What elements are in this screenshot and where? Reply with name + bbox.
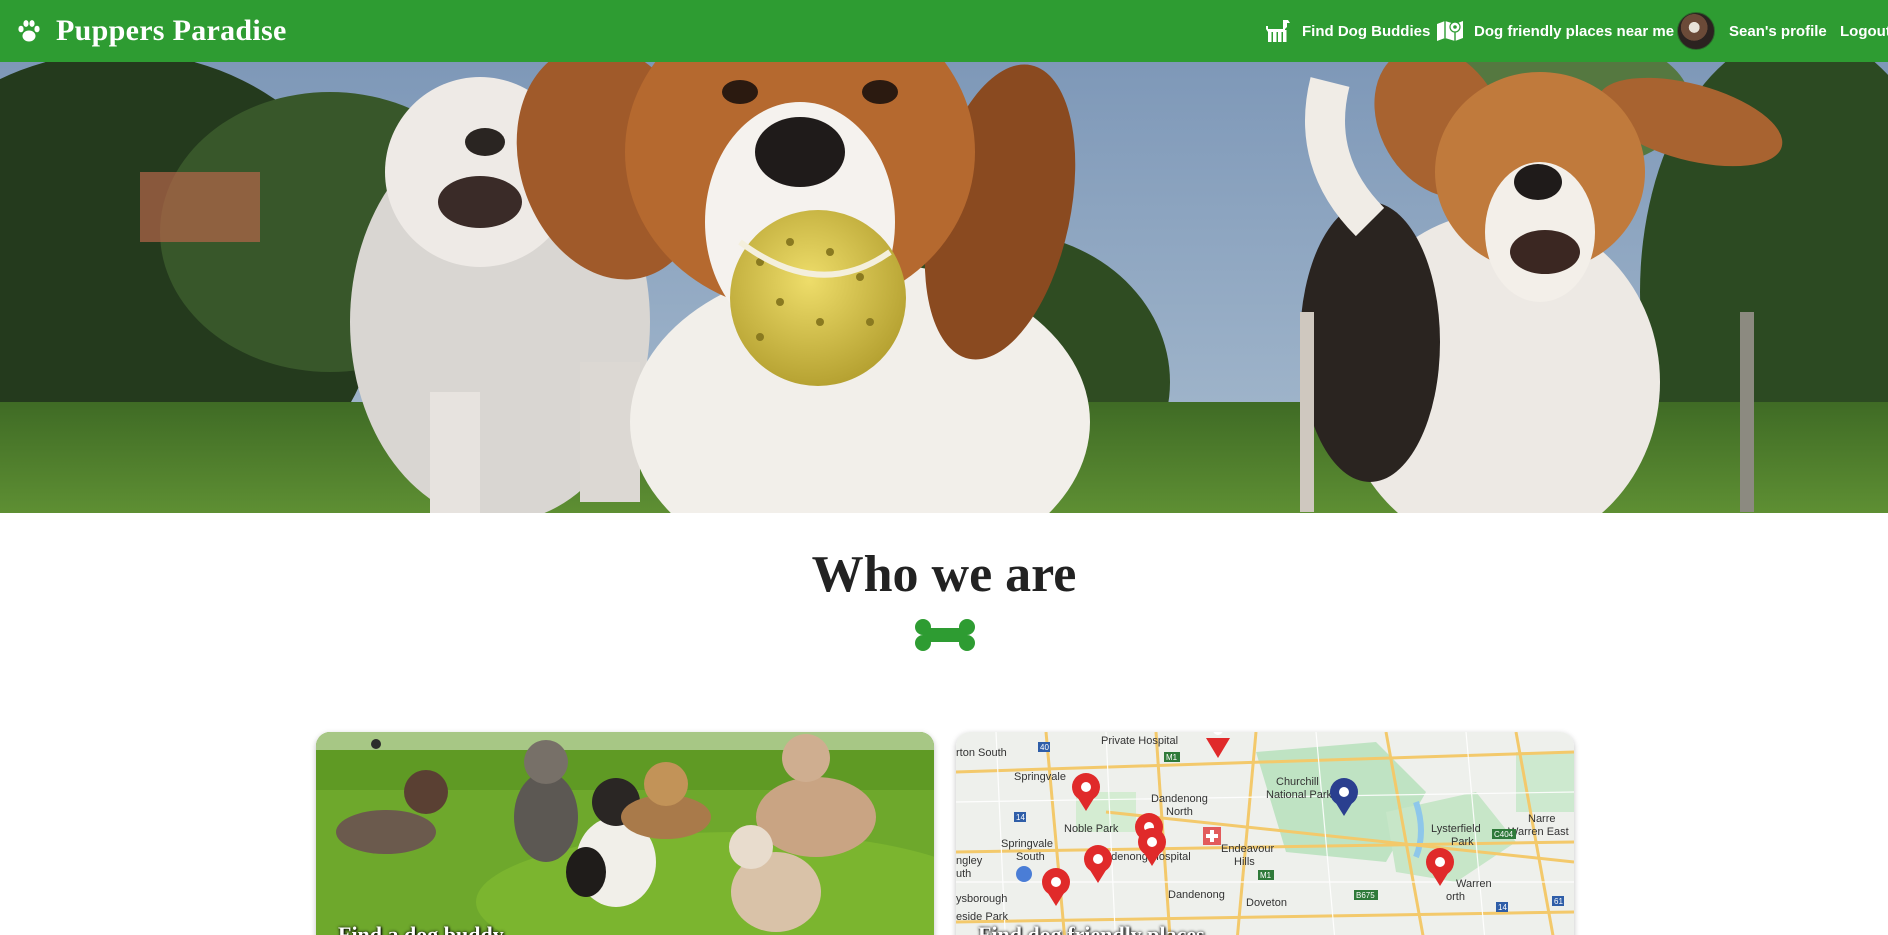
map-label-lysterfield-1: Lysterfield	[1431, 823, 1481, 835]
section-title: Who we are	[811, 546, 1077, 603]
hero-dogs-illustration	[0, 62, 1888, 513]
nav-dog-friendly-places-label: Dog friendly places near me	[1474, 22, 1675, 40]
map-label-springvale-south-1: Springvale	[1001, 838, 1053, 850]
avatar	[1677, 12, 1715, 50]
map-label-churchill-1: Churchill	[1276, 776, 1319, 788]
map-label-keysborough: ysborough	[956, 893, 1007, 905]
nav-dog-friendly-places[interactable]: Dog friendly places near me	[1436, 0, 1674, 62]
card-find-dog-buddy[interactable]: Find a dog buddy	[316, 732, 934, 935]
nav-find-dog-buddies-label: Find Dog Buddies	[1302, 22, 1431, 40]
map-label-narre-warren-1: Warren	[1456, 878, 1492, 890]
map-label-south: rton South	[956, 747, 1007, 759]
road-m1b-label: M1	[1260, 871, 1272, 880]
map-label-narre-1: Narre	[1528, 813, 1556, 825]
dogs-on-grass-image	[316, 732, 934, 935]
map-label-dandenong-north-1: Dandenong	[1151, 793, 1208, 805]
road-c404-label: C404	[1494, 830, 1514, 839]
nav-logout-label: Logout	[1840, 22, 1888, 40]
map-label-churchill-2: National Park	[1266, 789, 1333, 801]
brand-title: Puppers Paradise	[56, 14, 287, 47]
road-40-label: 40	[1040, 743, 1049, 752]
map-label-narre-2: Warren East	[1508, 826, 1569, 838]
road-b675-label: B675	[1356, 891, 1375, 900]
card-find-dog-friendly-places-caption: Find dog friendly places	[978, 922, 1205, 935]
map-label-springvale: Springvale	[1014, 771, 1066, 783]
map-image: Private Hospital rton South Springvale D…	[956, 732, 1574, 935]
card-find-dog-buddy-caption: Find a dog buddy	[338, 922, 504, 935]
road-m1-label: M1	[1166, 753, 1178, 762]
map-label-lysterfield-2: Park	[1451, 836, 1474, 848]
top-navbar: Puppers Paradise Find Dog Buddies Dog fr…	[0, 0, 1888, 62]
road-14b-label: 14	[1498, 903, 1507, 912]
map-label-noble-park: Noble Park	[1064, 823, 1119, 835]
dog-icon	[1266, 20, 1290, 42]
map-label-springvale-south-2: South	[1016, 851, 1045, 863]
map-label-endeavour-1: Endeavour	[1221, 843, 1275, 855]
map-label-doveton: Doveton	[1246, 897, 1287, 909]
nav-profile-label: Sean's profile	[1729, 22, 1827, 40]
nav-profile[interactable]: Sean's profile	[1677, 0, 1827, 62]
map-label-private-hospital: Private Hospital	[1101, 735, 1178, 747]
road-61-label: 61	[1554, 897, 1563, 906]
nav-find-dog-buddies[interactable]: Find Dog Buddies	[1262, 0, 1430, 62]
nav-logout[interactable]: Logout	[1840, 0, 1888, 62]
road-14-label: 14	[1016, 813, 1025, 822]
map-label-ngley-2: uth	[956, 868, 971, 880]
map-label-narre-warren-2: orth	[1446, 891, 1465, 903]
card-find-dog-friendly-places[interactable]: Private Hospital rton South Springvale D…	[956, 732, 1574, 935]
map-label-dandenong: Dandenong	[1168, 889, 1225, 901]
map-label-endeavour-2: Hills	[1234, 856, 1255, 868]
map-label-dandenong-north-2: North	[1166, 806, 1193, 818]
map-label-ngley: ngley	[956, 855, 983, 867]
brand[interactable]: Puppers Paradise	[16, 0, 287, 62]
bone-icon	[915, 619, 975, 651]
map-icon	[1437, 21, 1463, 41]
hero-image	[0, 62, 1888, 513]
paw-icon	[18, 20, 40, 42]
